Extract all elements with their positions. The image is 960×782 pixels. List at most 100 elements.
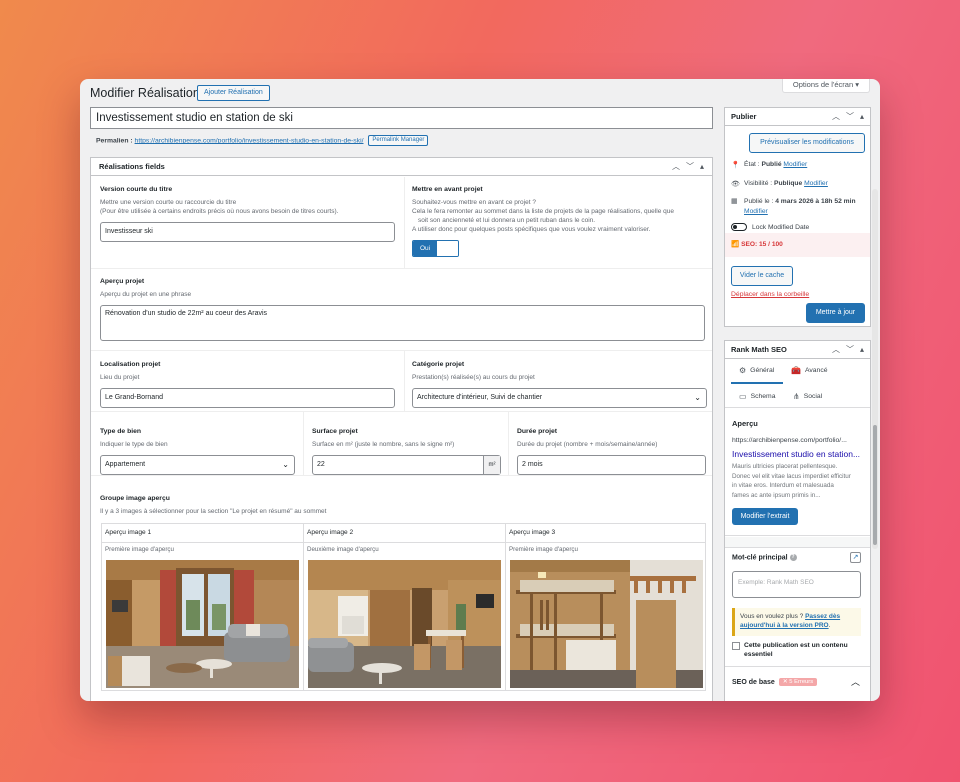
move-up-icon[interactable]: ︿ — [832, 344, 840, 355]
category-label: Catégorie projet — [412, 361, 465, 368]
tab-schema-label: Schema — [750, 393, 776, 400]
clear-cache-button[interactable]: Vider le cache — [731, 266, 793, 286]
help-icon[interactable]: ? — [789, 554, 797, 561]
tab-general-label: Général — [750, 367, 775, 374]
trends-icon[interactable]: ↗ — [850, 552, 861, 563]
kitchen-photo[interactable] — [308, 560, 501, 688]
tab-social[interactable]: ⋔ Social — [793, 392, 822, 401]
preview-textarea[interactable]: Rénovation d'un studio de 22m² au coeur … — [100, 305, 705, 341]
move-down-icon[interactable]: ﹀ — [846, 344, 854, 355]
seo-score-band[interactable]: 📶 SEO: 15 / 100 — [725, 233, 870, 257]
collapse-icon[interactable]: ▴ — [860, 112, 864, 121]
update-button[interactable]: Mettre à jour — [806, 303, 865, 323]
image-group-table: Aperçu image 1 Première image d'aperçu A… — [101, 523, 706, 691]
social-share-icon: ⋔ — [793, 392, 800, 401]
surface-value: 22 — [317, 461, 325, 468]
seo-score: SEO: 15 / 100 — [741, 241, 783, 248]
image-2-title: Aperçu image 2 — [307, 529, 354, 536]
basic-seo-label: SEO de base — [732, 678, 775, 686]
category-field: Catégorie projet Prestation(s) réalisée(… — [412, 361, 707, 408]
published-modify-link[interactable]: Modifier — [744, 208, 768, 215]
published-value: 4 mars 2026 à 18h 52 min — [775, 198, 856, 205]
preview-field: Aperçu projet Aperçu du projet en une ph… — [100, 278, 705, 341]
tab-advanced-label: Avancé — [804, 367, 828, 374]
location-label: Localisation projet — [100, 361, 161, 368]
add-realisation-button[interactable]: Ajouter Réalisation — [197, 85, 270, 101]
category-select[interactable]: Architecture d'intérieur, Suivi de chant… — [412, 388, 707, 408]
living-room-photo[interactable] — [106, 560, 299, 688]
property-type-value: Appartement — [105, 461, 146, 468]
move-down-icon[interactable]: ﹀ — [686, 161, 694, 172]
surface-label: Surface projet — [312, 428, 358, 435]
preview-desc: Aperçu du projet en une phrase — [100, 291, 192, 298]
tab-social-label: Social — [803, 393, 823, 400]
duration-input[interactable]: 2 mois — [517, 455, 706, 475]
basic-seo-row[interactable]: SEO de base ✕ 5 Erreurs — [732, 678, 818, 686]
focus-keyword-input[interactable]: Exemple: Rank Math SEO — [732, 571, 861, 598]
property-type-field: Type de bien Indiquer le type de bien Ap… — [100, 428, 295, 475]
scrollbar-thumb[interactable] — [873, 425, 877, 545]
collapse-icon[interactable]: ▴ — [700, 162, 704, 171]
publish-box: Publier ︿ ﹀ ▴ Prévisualiser les modifica… — [724, 107, 871, 327]
serp-preview-description: Mauris ultricies placerat pellentesque. … — [732, 463, 851, 499]
collapse-icon[interactable]: ▴ — [860, 345, 864, 354]
short-title-desc-2: (Pour être utilisée à certains endroits … — [100, 208, 339, 215]
permalink-link[interactable]: https://archibienpense.com/portfolio/inv… — [135, 137, 364, 144]
short-title-input[interactable]: Investisseur ski — [100, 222, 395, 242]
published-label: Publié le : — [744, 198, 774, 205]
status-modify-link[interactable]: Modifier — [783, 161, 807, 168]
edit-snippet-button[interactable]: Modifier l'extrait — [732, 508, 798, 525]
visibility-label: Visibilité : — [744, 180, 773, 187]
property-type-label: Type de bien — [100, 428, 142, 435]
location-input[interactable]: Le Grand-Bornand — [100, 388, 395, 408]
featured-desc-2: Cela le fera remonter au sommet dans la … — [412, 208, 674, 215]
toolbox-icon: 🧰 — [791, 366, 801, 375]
eye-icon: 👁 — [731, 181, 740, 188]
serp-preview-title[interactable]: Investissement studio en station... — [732, 449, 860, 459]
location-desc: Lieu du projet — [100, 374, 140, 381]
lock-modified-label: Lock Modified Date — [752, 223, 810, 231]
visibility-modify-link[interactable]: Modifier — [804, 180, 828, 187]
lock-modified-row: Lock Modified Date — [731, 223, 809, 231]
featured-field: Mettre en avant projet Souhaitez-vous me… — [412, 186, 707, 257]
trash-link[interactable]: Déplacer dans la corbeille — [731, 291, 809, 298]
image-1-title: Aperçu image 1 — [105, 529, 152, 536]
location-field: Localisation projet Lieu du projet Le Gr… — [100, 361, 395, 408]
tab-schema[interactable]: ▭ Schema — [739, 392, 776, 401]
image-group-desc: Il y a 3 images à sélectionner pour la s… — [100, 508, 327, 515]
pillar-content-checkbox[interactable] — [732, 642, 740, 650]
duration-desc: Durée du projet (nombre + mois/semaine/a… — [517, 441, 658, 448]
property-type-select[interactable]: Appartement ⌄ — [100, 455, 295, 475]
pro-upsell-notice: Vous en voulez plus ? Passez dès aujourd… — [732, 608, 861, 636]
move-down-icon[interactable]: ﹀ — [846, 111, 854, 122]
permalink-manager-button[interactable]: Permalink Manager — [368, 135, 429, 146]
rankmath-title: Rank Math SEO — [731, 345, 787, 354]
rankmath-box-header: Rank Math SEO ︿ ﹀ ▴ — [725, 341, 870, 359]
lock-modified-toggle[interactable] — [731, 223, 747, 231]
featured-toggle-on: Oui — [413, 241, 437, 256]
fields-box-title: Réalisations fields — [99, 162, 165, 171]
post-title-input[interactable]: Investissement studio en station de ski — [90, 107, 713, 129]
featured-toggle[interactable]: Oui — [412, 240, 459, 257]
preview-changes-button[interactable]: Prévisualiser les modifications — [749, 133, 865, 153]
image-1-desc: Première image d'aperçu — [105, 546, 174, 553]
realisations-fields-box: Réalisations fields ︿ ﹀ ▴ Version courte… — [90, 157, 713, 701]
surface-input[interactable]: 22 m² — [312, 455, 501, 475]
tab-general[interactable]: ⚙ Général — [739, 366, 774, 375]
fields-box-header: Réalisations fields ︿ ﹀ ▴ — [91, 158, 712, 176]
published-row: ▦ Publié le : 4 mars 2026 à 18h 52 min M… — [731, 197, 869, 217]
move-up-icon[interactable]: ︿ — [832, 111, 840, 122]
duration-field: Durée projet Durée du projet (nombre + m… — [517, 428, 706, 475]
chevron-down-icon: ⌄ — [694, 393, 701, 402]
serp-preview-heading: Aperçu — [732, 419, 758, 428]
featured-desc: Souhaitez-vous mettre en avant ce projet… — [412, 199, 536, 206]
screen-options-button[interactable]: Options de l'écran ▾ — [781, 79, 870, 93]
chevron-up-icon[interactable]: ︿ — [851, 675, 860, 688]
bunk-bed-photo[interactable] — [510, 560, 703, 688]
move-up-icon[interactable]: ︿ — [672, 161, 680, 172]
status-label: État : — [744, 161, 760, 168]
serp-preview-url: https://archibienpense.com/portfolio/... — [732, 437, 847, 444]
publish-box-header: Publier ︿ ﹀ ▴ — [725, 108, 870, 126]
tab-advanced[interactable]: 🧰 Avancé — [791, 366, 828, 375]
focus-keyword-label: Mot-clé principal ? — [732, 554, 797, 562]
